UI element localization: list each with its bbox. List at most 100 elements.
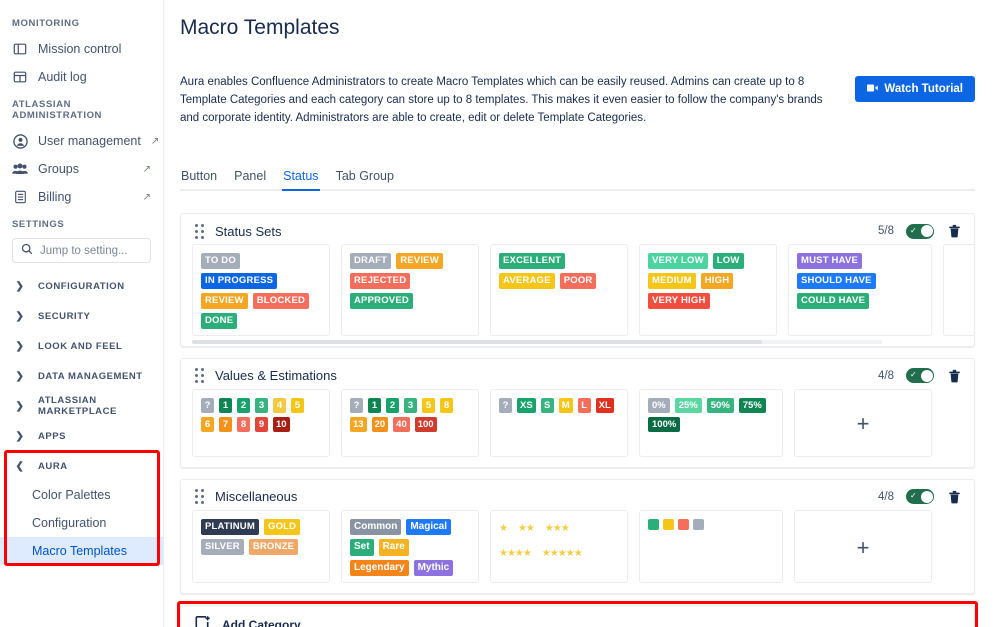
template-card[interactable]: TO DO IN PROGRESS REVIEW BLOCKED DONE [192, 244, 330, 336]
tab-panel[interactable]: Panel [233, 167, 267, 191]
status-chip[interactable]: APPROVED [350, 293, 413, 309]
status-chip[interactable]: POOR [560, 273, 597, 289]
value-chip[interactable]: XL [596, 398, 614, 413]
status-chip[interactable]: PLATINUM [201, 519, 259, 535]
value-chip[interactable]: 9 [255, 417, 268, 432]
status-chip[interactable]: VERY HIGH [648, 293, 710, 309]
sidebar-item-billing[interactable]: Billing ↗ [0, 183, 163, 211]
add-template-button[interactable]: + [794, 389, 932, 457]
value-chip[interactable]: 1 [219, 398, 232, 413]
search-box[interactable] [12, 238, 151, 263]
sidebar-group-atlassian-marketplace[interactable]: ❯ ATLASSIAN MARKETPLACE [0, 391, 163, 421]
value-chip[interactable]: 20 [372, 417, 389, 432]
sidebar-group-configuration[interactable]: ❯ CONFIGURATION [0, 271, 163, 301]
status-chip[interactable]: REVIEW [201, 293, 248, 309]
sidebar-group-security[interactable]: ❯ SECURITY [0, 301, 163, 331]
star-rating[interactable]: ★★★★ [499, 548, 531, 559]
status-chip[interactable]: LOW [713, 253, 744, 269]
drag-handle-icon[interactable] [193, 369, 205, 383]
template-card[interactable]: DRAFT REVIEW REJECTED APPROVED [341, 244, 479, 336]
color-swatch[interactable] [693, 519, 704, 530]
sidebar-group-aura[interactable]: ❮ AURA [0, 451, 163, 481]
star-rating[interactable]: ★★ [518, 523, 534, 534]
category-toggle[interactable]: ✓ [906, 368, 934, 383]
status-chip[interactable]: BLOCKED [253, 293, 309, 309]
template-card[interactable]: EXCELLENT AVERAGE POOR [490, 244, 628, 336]
status-chip[interactable]: GOLD [264, 519, 300, 535]
status-chip[interactable]: REVIEW [396, 253, 443, 269]
sidebar-item-groups[interactable]: Groups ↗ [0, 155, 163, 183]
template-card[interactable]: ? 1 2 3 5 8 13 20 40 100 [341, 389, 479, 457]
status-chip[interactable]: DONE [201, 313, 237, 329]
status-chip[interactable]: COULD HAVE [797, 293, 869, 309]
status-chip[interactable]: EXCELLENT [499, 253, 565, 269]
value-chip[interactable]: 2 [237, 398, 250, 413]
value-chip[interactable]: 5 [422, 398, 435, 413]
template-card[interactable]: ? XS S M L XL [490, 389, 628, 457]
status-chip[interactable]: HIGH [701, 273, 734, 289]
value-chip[interactable]: ? [350, 398, 363, 413]
value-chip[interactable]: 100 [415, 417, 437, 432]
star-rating[interactable]: ★★★★★ [542, 548, 582, 559]
template-card[interactable]: PLATINUM GOLD SILVER BRONZE [192, 510, 330, 584]
template-card[interactable] [639, 510, 783, 584]
tab-button[interactable]: Button [180, 167, 218, 191]
status-chip[interactable]: Common [350, 519, 401, 536]
template-card-empty[interactable] [943, 244, 974, 336]
color-swatch[interactable] [663, 519, 674, 530]
add-category-button[interactable]: Add Category [180, 605, 975, 627]
category-toggle[interactable]: ✓ [906, 224, 934, 239]
value-chip[interactable]: 3 [255, 398, 268, 413]
status-chip[interactable]: VERY LOW [648, 253, 708, 269]
watch-tutorial-button[interactable]: Watch Tutorial [855, 76, 975, 102]
status-chip[interactable]: SHOULD HAVE [797, 273, 876, 289]
template-card[interactable]: VERY LOW LOW MEDIUM HIGH VERY HIGH [639, 244, 777, 336]
horizontal-scrollbar[interactable] [192, 340, 882, 344]
star-rating[interactable]: ★ [499, 523, 507, 534]
color-swatch[interactable] [648, 519, 659, 530]
value-chip[interactable]: M [559, 398, 573, 413]
value-chip[interactable]: 2 [386, 398, 399, 413]
color-swatch[interactable] [678, 519, 689, 530]
status-chip[interactable]: Rare [379, 539, 409, 556]
add-template-button[interactable]: + [794, 510, 932, 584]
percent-chip[interactable]: 100% [648, 417, 680, 432]
sidebar-item-audit-log[interactable]: Audit log [0, 63, 163, 91]
search-input[interactable] [40, 245, 142, 257]
sidebar-item-macro-templates[interactable]: Macro Templates [0, 537, 163, 565]
value-chip[interactable]: 1 [368, 398, 381, 413]
status-chip[interactable]: Set [350, 539, 374, 556]
template-card[interactable]: MUST HAVE SHOULD HAVE COULD HAVE [788, 244, 932, 336]
value-chip[interactable]: 13 [350, 417, 367, 432]
drag-handle-icon[interactable] [193, 490, 205, 504]
value-chip[interactable]: ? [201, 398, 214, 413]
delete-category-button[interactable] [948, 368, 962, 384]
status-chip[interactable]: AVERAGE [499, 273, 555, 289]
status-chip[interactable]: MEDIUM [648, 273, 696, 289]
percent-chip[interactable]: 25% [675, 398, 702, 413]
status-chip[interactable]: REJECTED [350, 273, 410, 289]
value-chip[interactable]: XS [517, 398, 536, 413]
value-chip[interactable]: 10 [273, 417, 290, 432]
status-chip[interactable]: TO DO [201, 253, 240, 269]
sidebar-item-user-management[interactable]: User management ↗ [0, 127, 163, 155]
status-chip[interactable]: IN PROGRESS [201, 273, 277, 289]
percent-chip[interactable]: 0% [648, 398, 670, 413]
sidebar-group-data-management[interactable]: ❯ DATA MANAGEMENT [0, 361, 163, 391]
value-chip[interactable]: 3 [404, 398, 417, 413]
delete-category-button[interactable] [948, 223, 962, 239]
value-chip[interactable]: 8 [237, 417, 250, 432]
value-chip[interactable]: L [578, 398, 591, 413]
value-chip[interactable]: 4 [273, 398, 286, 413]
value-chip[interactable]: 8 [440, 398, 453, 413]
value-chip[interactable]: S [541, 398, 554, 413]
value-chip[interactable]: 5 [291, 398, 304, 413]
value-chip[interactable]: ? [499, 398, 512, 413]
template-card[interactable]: ★ ★★ ★★★ ★★★★ ★★★★★ [490, 510, 628, 584]
sidebar-group-apps[interactable]: ❯ APPS [0, 421, 163, 451]
status-chip[interactable]: DRAFT [350, 253, 391, 269]
sidebar-item-configuration[interactable]: Configuration [0, 509, 163, 537]
sidebar-item-mission-control[interactable]: Mission control [0, 35, 163, 63]
status-chip[interactable]: Mythic [414, 560, 454, 577]
value-chip[interactable]: 6 [201, 417, 214, 432]
